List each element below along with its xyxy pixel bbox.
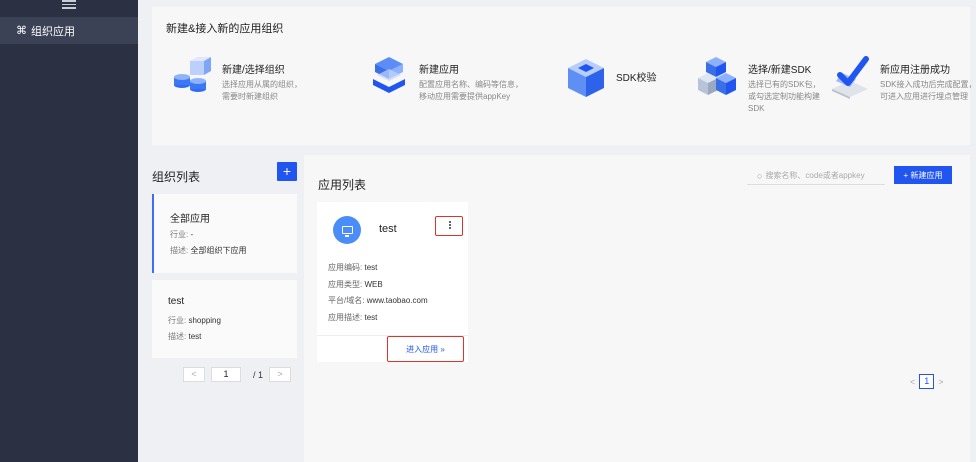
app-list-panel: 应用列表 ○ 搜索名称、code或者appkey + 新建应用 test 应用编… [304,155,970,462]
desc-value: 全部组织下应用 [190,246,247,255]
check-register-icon [828,55,872,99]
new-app-button[interactable]: + 新建应用 [894,166,952,184]
page-total: / 1 [253,370,263,380]
app-name: test [379,223,397,235]
app-desc-row: 应用描述: test [328,310,428,327]
next-page-button[interactable]: > [269,367,292,382]
banner-title: 新建&接入新的应用组织 [166,23,284,35]
search-icon: ○ [757,170,763,181]
current-page[interactable]: 1 [919,374,935,389]
step-title: 新建/选择组织 [222,65,285,76]
search-input[interactable]: ○ 搜索名称、code或者appkey [747,167,885,185]
app-domain-row: 平台/域名: www.taobao.com [328,293,428,310]
more-vertical-icon [448,220,451,230]
app-type-label: 应用类型: [328,279,363,289]
app-desc-value: test [364,312,378,322]
step-title: 新应用注册成功 [880,65,950,76]
step-register-success: 新应用注册成功 SDK接入成功后完成配置， 可进入应用进行埋点管理 [828,55,976,103]
industry-value: - [190,230,194,239]
org-desc: 描述: 全部组织下应用 [170,245,246,256]
org-name: test [168,296,185,307]
industry-value: shopping [188,316,221,325]
desc-value: test [188,332,202,341]
org-industry: 行业: - [170,229,193,240]
step-title: 新建应用 [419,65,459,76]
sidebar: ⌘ 组织应用 [0,0,138,462]
app-code-row: 应用编码: test [328,260,428,277]
industry-label: 行业: [168,316,187,325]
search-placeholder: 搜索名称、code或者appkey [765,171,865,180]
org-name: 全部应用 [170,214,210,225]
add-org-button[interactable]: + [277,162,297,181]
next-page-button[interactable]: > [938,377,943,387]
org-pager: < 1 / 1 > [183,367,292,382]
app-code-value: test [364,263,378,272]
org-card-all[interactable]: 全部应用 行业: - 描述: 全部组织下应用 [152,194,297,273]
desc-label: 描述: [168,332,187,341]
org-industry: 行业: shopping [168,315,221,326]
app-code-label: 应用编码: [328,263,363,272]
sidebar-item-label: 组织应用 [31,25,75,38]
onboarding-banner: 新建&接入新的应用组织 新建/选择组织 选择应用从属的组织， 需要时新建组织 新… [152,7,976,145]
app-list-title: 应用列表 [318,178,367,192]
monitor-icon [333,216,361,244]
org-list-title: 组织列表 [152,170,201,184]
app-pager: < 1 > [910,374,944,389]
desc-label: 描述: [170,246,189,255]
step-desc: 选择应用从属的组织， 需要时新建组织 [222,80,302,101]
menu-icon[interactable] [62,0,76,9]
app-domain-label: 平台/域名: [328,296,365,305]
database-cubes-icon [170,55,214,99]
step-desc: SDK接入成功后完成配置， 可进入应用进行埋点管理 [880,80,976,101]
org-desc: 描述: test [168,331,201,342]
step-new-app: 新建应用 配置应用名称、编码等信息， 移动应用需要提供appKey [367,55,529,103]
org-card-test[interactable]: test 行业: shopping 描述: test [152,280,297,358]
step-desc: 配置应用名称、编码等信息， 移动应用需要提供appKey [419,80,523,101]
app-type-row: 应用类型: WEB [328,277,428,294]
prev-page-button[interactable]: < [910,377,915,387]
page-input[interactable]: 1 [211,367,241,382]
cube-stack-icon [696,55,740,99]
app-domain-value: www.taobao.com [366,296,428,305]
app-info: 应用编码: test 应用类型: WEB 平台/域名: www.taobao.c… [328,260,428,326]
step-select-org: 新建/选择组织 选择应用从属的组织， 需要时新建组织 [170,55,332,103]
more-options-button[interactable] [435,216,463,236]
enter-app-button[interactable]: 进入应用 » [387,336,464,362]
cube-check-icon [564,55,608,99]
page-total-value: 1 [258,369,264,380]
page-separator: / [253,369,256,380]
prev-page-button[interactable]: < [183,367,205,382]
app-type-value: WEB [364,279,383,289]
app-desc-label: 应用描述: [328,312,363,322]
sidebar-item-org-apps[interactable]: ⌘ 组织应用 [0,17,138,44]
stack-box-icon [367,55,411,99]
command-icon: ⌘ [16,25,27,37]
app-card: test 应用编码: test 应用类型: WEB 平台/域名: www.tao… [317,202,468,362]
industry-label: 行业: [170,230,189,239]
